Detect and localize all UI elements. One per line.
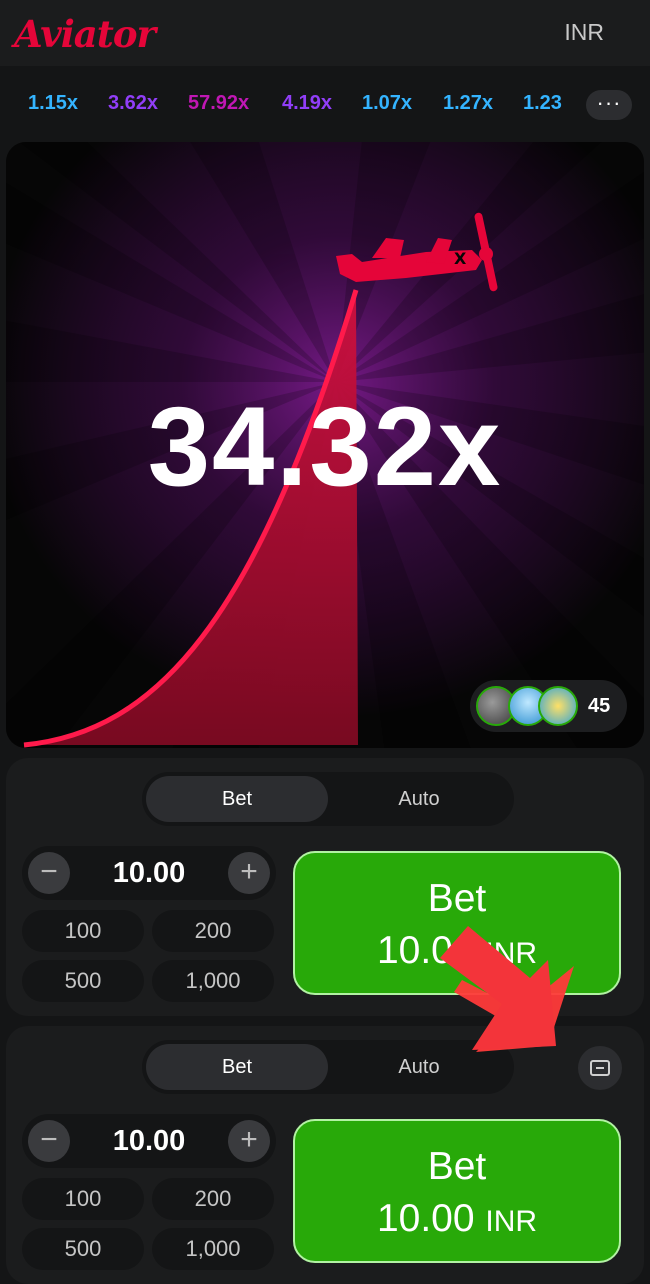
tab-bet[interactable]: Bet	[146, 1044, 328, 1090]
quick-amount-button[interactable]: 500	[22, 960, 144, 1002]
currency-label[interactable]: INR	[564, 19, 604, 46]
history-multiplier: 57.92x	[188, 92, 250, 114]
tab-auto[interactable]: Auto	[328, 1044, 510, 1090]
players-badge: 45	[470, 680, 627, 732]
history-multiplier: 1.15x	[28, 92, 79, 114]
bet-amount-stepper: 10.00 − +	[22, 846, 276, 900]
plus-button[interactable]: +	[228, 1120, 270, 1162]
quick-amount-button[interactable]: 200	[152, 1178, 274, 1220]
bet-button-label: Bet	[427, 1145, 487, 1188]
history-more-button[interactable]: ···	[586, 90, 632, 120]
bet-panel-2: Bet Auto 10.00 − + 100 200 500 1,000 Bet…	[6, 1026, 644, 1284]
history-multiplier: 4.19x	[282, 92, 333, 114]
bet-button-amount: 10.00 INR	[295, 929, 619, 973]
svg-text:X: X	[454, 249, 467, 268]
bet-mode-tabs: Bet Auto	[142, 1040, 514, 1094]
remove-panel-button[interactable]	[578, 1046, 622, 1090]
current-multiplier: 34.32x	[147, 384, 503, 509]
history-multiplier: 1.27x	[443, 92, 494, 114]
players-count: 45	[588, 695, 611, 717]
bet-button-label: Bet	[427, 877, 487, 920]
bet-button[interactable]: Bet 10.00 INR	[293, 1119, 621, 1263]
bet-button-currency: INR	[485, 937, 538, 970]
top-bar: Aviator INR	[0, 0, 650, 66]
history-multiplier: 3.62x	[108, 92, 159, 114]
history-multiplier: 1.23	[523, 92, 562, 114]
bet-mode-tabs: Bet Auto	[142, 772, 514, 826]
quick-amount-button[interactable]: 1,000	[152, 1228, 274, 1270]
bet-button-amount: 10.00 INR	[295, 1197, 619, 1241]
plus-icon: +	[240, 1123, 258, 1156]
bet-amount-stepper: 10.00 − +	[22, 1114, 276, 1168]
history-multiplier: 1.07x	[362, 92, 413, 114]
tab-auto[interactable]: Auto	[328, 776, 510, 822]
plus-icon: +	[240, 855, 258, 888]
minus-button[interactable]: −	[28, 852, 70, 894]
bet-button-value: 10.00	[376, 1197, 475, 1240]
plus-button[interactable]: +	[228, 852, 270, 894]
quick-amount-button[interactable]: 100	[22, 910, 144, 952]
aviator-logo: Aviator	[14, 12, 156, 56]
bet-button-currency: INR	[485, 1205, 538, 1238]
quick-amount-button[interactable]: 200	[152, 910, 274, 952]
tab-bet[interactable]: Bet	[146, 776, 328, 822]
multiplier-history: 1.15x 3.62x 57.92x 4.19x 1.07x 1.27x 1.2…	[0, 66, 650, 142]
minus-icon: −	[40, 1123, 58, 1156]
minimize-icon	[590, 1060, 610, 1076]
bet-button-value: 10.00	[376, 929, 475, 972]
quick-amount-button[interactable]: 100	[22, 1178, 144, 1220]
player-avatar	[538, 686, 578, 726]
minus-icon: −	[40, 855, 58, 888]
more-dots-icon: ···	[596, 90, 622, 115]
minus-button[interactable]: −	[28, 1120, 70, 1162]
quick-amount-button[interactable]: 1,000	[152, 960, 274, 1002]
bet-panel-1: Bet Auto 10.00 − + 100 200 500 1,000 Bet…	[6, 758, 644, 1016]
bet-button[interactable]: Bet 10.00 INR	[293, 851, 621, 995]
quick-amount-button[interactable]: 500	[22, 1228, 144, 1270]
